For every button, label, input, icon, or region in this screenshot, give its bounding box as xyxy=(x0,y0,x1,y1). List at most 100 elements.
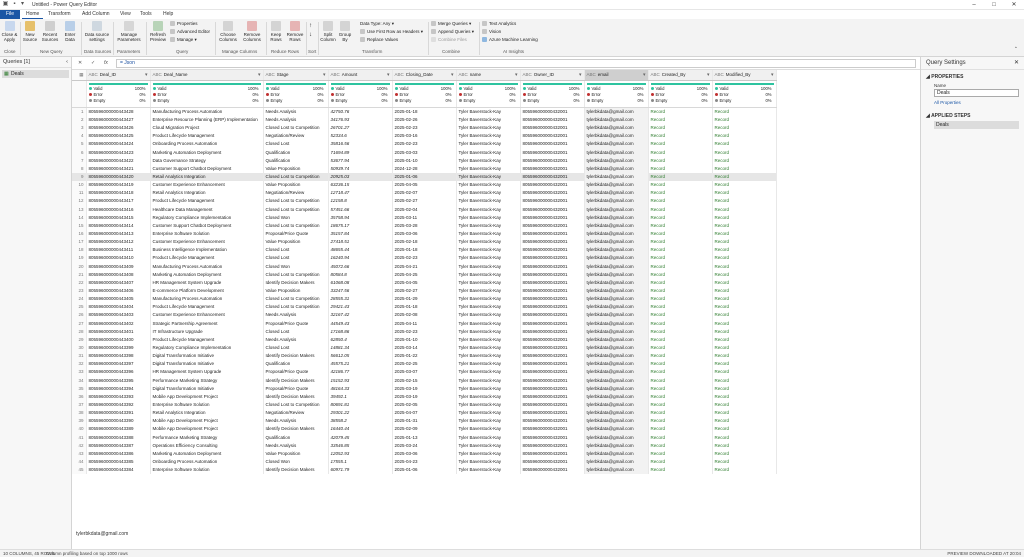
minimize-button[interactable]: – xyxy=(964,0,984,10)
cell-closing-date[interactable]: 2024-12-28 xyxy=(392,164,457,173)
cell-owner-id[interactable]: 805596000000432001 xyxy=(520,441,585,450)
cell-modified-by[interactable]: Record xyxy=(712,368,777,377)
row-number[interactable]: 37 xyxy=(72,400,87,410)
cell-modified-by[interactable]: Record xyxy=(712,124,777,133)
cell-modified-by[interactable]: Record xyxy=(712,132,777,141)
cell-closing-date[interactable]: 2025-02-27 xyxy=(392,197,457,206)
filter-dropdown-icon[interactable]: ▾ xyxy=(707,70,710,80)
row-number[interactable]: 16 xyxy=(72,229,87,239)
row-number[interactable]: 2 xyxy=(72,116,87,125)
cell-email[interactable]: tylerbkdata@gmail.com xyxy=(584,311,649,320)
cell-stage[interactable]: Needs Analysis xyxy=(263,107,329,116)
filter-dropdown-icon[interactable]: ▾ xyxy=(643,70,646,80)
cell-email[interactable]: tylerbkdata@gmail.com xyxy=(584,433,649,442)
cell-deal-id[interactable]: 805596000000443409 xyxy=(86,262,151,271)
cell-email[interactable]: tylerbkdata@gmail.com xyxy=(584,417,649,426)
cell-closing-date[interactable]: 2025-04-21 xyxy=(392,262,457,271)
cell-deal-name[interactable]: Manufacturing Process Automation xyxy=(150,262,264,271)
cell-amount[interactable]: 12718.47 xyxy=(328,189,393,198)
merge-queries-button[interactable]: Merge Queries ▾ xyxy=(431,21,471,27)
cell-closing-date[interactable]: 2025-03-03 xyxy=(392,148,457,157)
table-row[interactable]: 45 805596000000443384 Enterprise Software … xyxy=(72,466,777,475)
cell-deal-name[interactable]: Performance Marketing Strategy xyxy=(150,433,264,442)
cell-modified-by[interactable]: Record xyxy=(712,384,777,393)
cell-amount[interactable]: 42079.45 xyxy=(328,433,393,442)
cell-email[interactable]: tylerbkdata@gmail.com xyxy=(584,449,649,458)
cell-stage[interactable]: Value Proposition xyxy=(263,286,329,296)
cell-deal-id[interactable]: 805596000000443416 xyxy=(86,205,151,214)
cell-amount[interactable]: 42186.77 xyxy=(328,368,393,377)
cell-deal-id[interactable]: 805596000000443402 xyxy=(86,319,151,328)
cell-created-by[interactable]: Record xyxy=(648,124,713,133)
cell-modified-by[interactable]: Record xyxy=(712,376,777,385)
cell-closing-date[interactable]: 2025-02-27 xyxy=(392,286,457,296)
cell-created-by[interactable]: Record xyxy=(648,221,713,230)
formula-input[interactable]: = Json xyxy=(116,59,916,68)
cell-email[interactable]: tylerbkdata@gmail.com xyxy=(584,172,649,182)
cell-owner-id[interactable]: 805596000000432001 xyxy=(520,205,585,214)
cell-owner-id[interactable]: 805596000000432001 xyxy=(520,213,585,222)
cell-deal-name[interactable]: Enterprise Software Solution xyxy=(150,466,264,475)
cell-closing-date[interactable]: 2025-03-07 xyxy=(392,368,457,377)
row-number[interactable]: 43 xyxy=(72,449,87,458)
cell-deal-name[interactable]: Marketing Automation Deployment xyxy=(150,148,264,157)
cell-deal-id[interactable]: 805596000000443390 xyxy=(86,417,151,426)
cell-email[interactable]: tylerbkdata@gmail.com xyxy=(584,124,649,133)
tab-home[interactable]: Home xyxy=(22,10,44,19)
cell-created-by[interactable]: Record xyxy=(648,319,713,328)
row-number[interactable]: 41 xyxy=(72,433,87,442)
cell-stage[interactable]: Closed Lost to Competition xyxy=(263,400,329,410)
cell-closing-date[interactable]: 2025-04-05 xyxy=(392,278,457,287)
cell-stage[interactable]: Closed Lost to Competition xyxy=(263,221,329,230)
cell-stage[interactable]: Identify Decision Makers xyxy=(263,392,329,401)
cell-deal-id[interactable]: 805596000000443397 xyxy=(86,360,151,369)
cell-deal-name[interactable]: Mobile App Development Project xyxy=(150,425,264,434)
cell-amount[interactable]: 20925.03 xyxy=(328,172,393,182)
cell-owner-id[interactable]: 805596000000432001 xyxy=(520,238,585,247)
cell-deal-name[interactable]: Manufacturing Process Automation xyxy=(150,295,264,304)
cell-name[interactable]: Tyler Baverstock-Kay xyxy=(456,286,521,296)
cell-deal-id[interactable]: 805596000000443427 xyxy=(86,116,151,125)
column-header-deal-name[interactable]: ABC Deal_Name ▾ xyxy=(150,70,264,81)
choose-columns-button[interactable]: Choose Columns xyxy=(217,21,239,42)
cell-created-by[interactable]: Record xyxy=(648,441,713,450)
cell-email[interactable]: tylerbkdata@gmail.com xyxy=(584,213,649,222)
table-row[interactable]: 12 805596000000443417 Product Lifecycle Ma… xyxy=(72,197,777,206)
row-number[interactable]: 36 xyxy=(72,392,87,401)
cell-stage[interactable]: Identify Decision Makers xyxy=(263,376,329,385)
enter-data-button[interactable]: Enter Data xyxy=(62,21,78,42)
cell-name[interactable]: Tyler Baverstock-Kay xyxy=(456,262,521,271)
cell-modified-by[interactable]: Record xyxy=(712,246,777,255)
cell-closing-date[interactable]: 2025-02-25 xyxy=(392,360,457,369)
table-row[interactable]: 5 805596000000443424 Onboarding Process Au… xyxy=(72,140,777,149)
cell-closing-date[interactable]: 2025-01-10 xyxy=(392,335,457,344)
cell-created-by[interactable]: Record xyxy=(648,343,713,353)
cell-created-by[interactable]: Record xyxy=(648,229,713,239)
column-header-email[interactable]: ABC email ▾ xyxy=(584,70,649,81)
cell-stage[interactable]: Proposal/Price Quote xyxy=(263,368,329,377)
cell-owner-id[interactable]: 805596000000432001 xyxy=(520,319,585,328)
cell-name[interactable]: Tyler Baverstock-Kay xyxy=(456,368,521,377)
cell-deal-name[interactable]: Retail Analytics Integration xyxy=(150,172,264,182)
table-row[interactable]: 35 805596000000443394 Digital Transformati… xyxy=(72,384,777,393)
cell-email[interactable]: tylerbkdata@gmail.com xyxy=(584,156,649,165)
cell-amount[interactable]: 16240.94 xyxy=(328,254,393,263)
table-row[interactable]: 19 805596000000443410 Product Lifecycle Ma… xyxy=(72,254,777,263)
table-row[interactable]: 7 805596000000443422 Data Governance Strat… xyxy=(72,156,777,165)
cell-email[interactable]: tylerbkdata@gmail.com xyxy=(584,343,649,353)
cell-owner-id[interactable]: 805596000000432001 xyxy=(520,181,585,190)
cell-created-by[interactable]: Record xyxy=(648,197,713,206)
cell-owner-id[interactable]: 805596000000432001 xyxy=(520,311,585,320)
cell-modified-by[interactable]: Record xyxy=(712,254,777,263)
cell-modified-by[interactable]: Record xyxy=(712,311,777,320)
cell-stage[interactable]: Needs Analysis xyxy=(263,417,329,426)
cell-owner-id[interactable]: 805596000000432001 xyxy=(520,286,585,296)
row-number[interactable]: 24 xyxy=(72,295,87,304)
cell-amount[interactable]: 12052.93 xyxy=(328,449,393,458)
cell-deal-name[interactable]: Strategic Partnership Agreement xyxy=(150,319,264,328)
table-row[interactable]: 44 805596000000443385 Onboarding Process A… xyxy=(72,457,777,467)
cell-name[interactable]: Tyler Baverstock-Kay xyxy=(456,335,521,344)
cell-stage[interactable]: Closed Won xyxy=(263,213,329,222)
cell-stage[interactable]: Needs Analysis xyxy=(263,441,329,450)
cell-deal-name[interactable]: Enterprise Software Solution xyxy=(150,400,264,410)
